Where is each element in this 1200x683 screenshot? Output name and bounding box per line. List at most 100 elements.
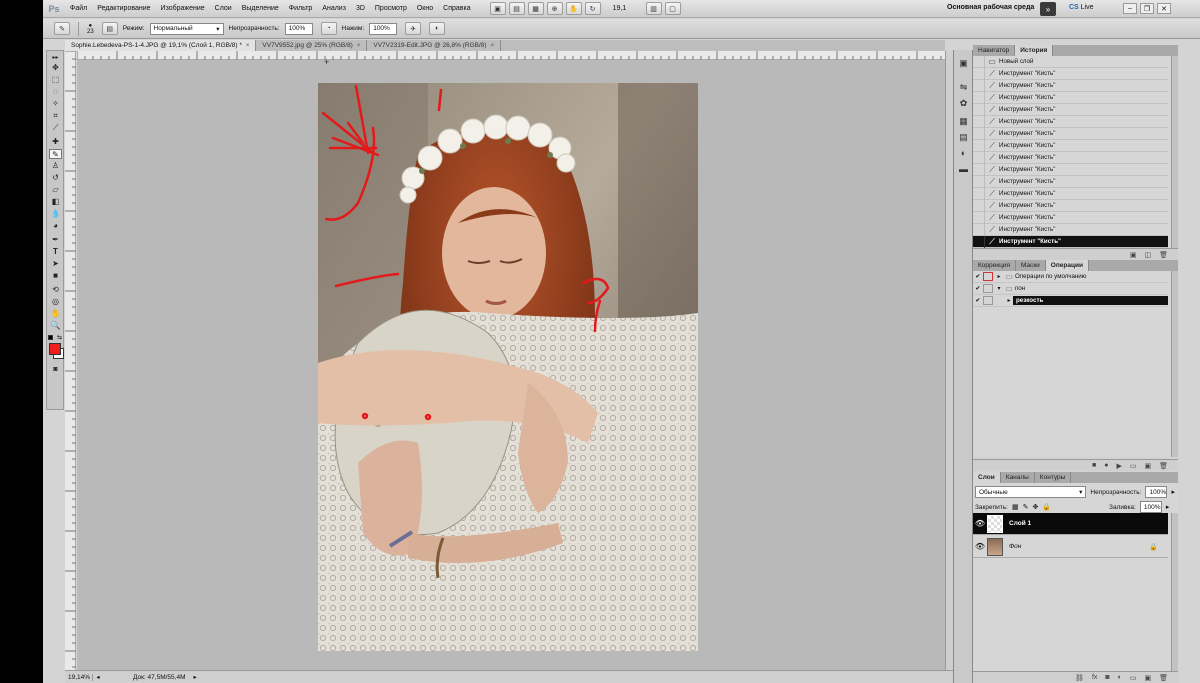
history-item[interactable]: ⟋ Инструмент "Кисть" — [973, 163, 1168, 176]
expand-triangle-icon[interactable]: ▸ — [1005, 297, 1013, 304]
history-checkbox[interactable] — [973, 163, 985, 176]
lock-pixels-icon[interactable]: ✎ — [1023, 503, 1029, 511]
expand-triangle-icon[interactable]: ▸ — [995, 273, 1003, 280]
menu-select[interactable]: Выделение — [237, 5, 284, 12]
collapse-toolbox-icon[interactable]: ▸▸ — [49, 53, 62, 63]
status-menu-icon[interactable]: ▸ — [193, 673, 196, 681]
hand-tool-icon[interactable]: ✋ — [49, 309, 62, 319]
bridge-icon[interactable]: ▣ — [489, 2, 506, 15]
dialog-toggle-icon[interactable] — [983, 272, 993, 281]
history-checkbox[interactable] — [973, 199, 985, 212]
new-group-icon[interactable]: ▭ — [1130, 674, 1137, 682]
hand-tool-icon[interactable]: ✋ — [565, 2, 582, 15]
dialog-toggle-icon[interactable] — [983, 284, 993, 293]
layers-scrollbar[interactable] — [1171, 513, 1178, 671]
history-checkbox[interactable] — [973, 79, 985, 92]
tab-document-1[interactable]: Sophie.Lebedeva-PS-1-4.JPG @ 19,1% (Слой… — [65, 40, 257, 51]
history-item[interactable]: ⟋ Инструмент "Кисть" — [973, 91, 1168, 104]
menu-analysis[interactable]: Анализ — [317, 5, 351, 12]
eye-icon[interactable]: 👁 — [973, 519, 987, 528]
history-item[interactable]: ⟋ Инструмент "Кисть" — [973, 79, 1168, 92]
tab-navigator[interactable]: Навигатор — [973, 45, 1016, 56]
tab-layers[interactable]: Слои — [973, 472, 1001, 483]
photo-document[interactable] — [318, 83, 698, 651]
lasso-tool-icon[interactable]: ◌ — [49, 87, 62, 97]
close-tab-icon[interactable]: × — [246, 43, 250, 49]
type-tool-icon[interactable]: T — [49, 247, 62, 257]
new-set-icon[interactable]: ▭ — [1130, 462, 1137, 470]
dodge-tool-icon[interactable]: ◕ — [49, 221, 62, 231]
marquee-tool-icon[interactable]: ⬚ — [49, 75, 62, 85]
minimize-icon[interactable]: – — [1123, 3, 1137, 14]
history-scrollbar[interactable] — [1171, 56, 1178, 248]
tool-preset-icon[interactable]: ✎ — [54, 22, 70, 35]
delete-action-icon[interactable]: 🗑 — [1159, 462, 1168, 470]
gradient-tool-icon[interactable]: ◧ — [49, 197, 62, 207]
chevron-right-icon[interactable]: ▸ — [1166, 503, 1170, 511]
history-checkbox[interactable] — [973, 139, 985, 152]
history-item[interactable]: ⟋ Инструмент "Кисть" — [973, 199, 1168, 212]
close-tab-icon[interactable]: × — [491, 43, 495, 49]
eraser-tool-icon[interactable]: ▱ — [49, 185, 62, 195]
history-checkbox[interactable] — [973, 223, 985, 236]
check-icon[interactable]: ✔ — [973, 285, 983, 292]
zoom-readout[interactable]: 19,1 — [613, 5, 643, 12]
history-checkbox[interactable] — [973, 56, 985, 68]
layer-row-background[interactable]: 👁 Фон 🔒 — [973, 536, 1168, 558]
layer-opacity-input[interactable]: 100% — [1145, 486, 1168, 498]
clone-stamp-tool-icon[interactable]: ♙ — [49, 161, 62, 171]
history-item[interactable]: ⟋ Инструмент "Кисть" — [973, 211, 1168, 224]
menu-view[interactable]: Просмотр — [370, 5, 412, 12]
zoom-level-icon[interactable]: ⊕ — [546, 2, 563, 15]
history-checkbox[interactable] — [973, 235, 985, 248]
lock-transparency-icon[interactable]: ▦ — [1012, 503, 1019, 511]
action-set-default[interactable]: ✔ ▸ ▭ Операции по умолчанию — [973, 271, 1168, 283]
record-icon[interactable]: ● — [1104, 462, 1108, 469]
path-select-tool-icon[interactable]: ➤ — [49, 259, 62, 269]
channels-panel-icon[interactable]: ▬ — [957, 164, 970, 175]
eye-icon[interactable]: 👁 — [973, 542, 987, 551]
link-layers-icon[interactable]: ⛓ — [1075, 674, 1084, 682]
workspace-expand-icon[interactable]: » — [1040, 2, 1056, 16]
swap-colors-icon[interactable]: ⇆ — [57, 334, 62, 341]
play-icon[interactable]: ▶ — [1116, 462, 1121, 470]
navigator-panel-icon[interactable]: ▣ — [957, 58, 970, 69]
default-colors-icon[interactable] — [48, 335, 53, 340]
quick-select-tool-icon[interactable]: ✧ — [49, 99, 62, 109]
history-checkbox[interactable] — [973, 175, 985, 188]
collapse-triangle-icon[interactable]: ▾ — [995, 285, 1003, 292]
opacity-pressure-icon[interactable]: ◔ — [320, 22, 337, 35]
quick-mask-icon[interactable]: ◙ — [49, 365, 62, 375]
brush-picker[interactable]: ● 23 — [87, 23, 94, 35]
close-tab-icon[interactable]: × — [357, 43, 361, 49]
zoom-tool-icon[interactable]: 🔍 — [49, 321, 62, 331]
menu-edit[interactable]: Редактирование — [92, 5, 155, 12]
history-checkbox[interactable] — [973, 151, 985, 164]
adjustments-panel-icon[interactable]: ⇋ — [957, 82, 970, 93]
masks-panel-icon[interactable]: ◐ — [957, 148, 970, 159]
dialog-toggle-icon[interactable] — [983, 296, 993, 305]
check-icon[interactable]: ✔ — [973, 297, 983, 304]
actions-scrollbar[interactable] — [1171, 271, 1178, 457]
add-mask-icon[interactable]: ◙ — [1105, 674, 1109, 681]
history-item[interactable]: ⟋ Инструмент "Кисть" — [973, 175, 1168, 188]
blend-mode-select[interactable]: Обычные ▾ — [975, 486, 1087, 498]
mode-select[interactable]: Нормальный ▾ — [149, 22, 224, 35]
new-document-from-state-icon[interactable]: ▣ — [1130, 251, 1137, 259]
layer-style-icon[interactable]: fx — [1092, 674, 1097, 681]
fill-input[interactable]: 100% — [1139, 501, 1162, 513]
history-checkbox[interactable] — [973, 211, 985, 224]
tab-adjustments[interactable]: Коррекция — [973, 260, 1016, 271]
menu-3d[interactable]: 3D — [351, 5, 370, 12]
healing-brush-tool-icon[interactable]: ✚ — [49, 137, 62, 147]
extras-icon[interactable]: ▦ — [527, 2, 544, 15]
pressure-input[interactable]: 100% — [369, 22, 398, 35]
history-item[interactable]: ⟋ Инструмент "Кисть" — [973, 151, 1168, 164]
history-item[interactable]: ⟋ Инструмент "Кисть" — [973, 139, 1168, 152]
eyedropper-tool-icon[interactable]: ⟋ — [49, 123, 62, 133]
brush-tool-icon[interactable]: ✎ — [49, 149, 62, 159]
history-checkbox[interactable] — [973, 115, 985, 128]
menu-help[interactable]: Справка — [438, 5, 475, 12]
foreground-color-swatch[interactable] — [49, 343, 61, 355]
menu-filter[interactable]: Фильтр — [284, 5, 318, 12]
